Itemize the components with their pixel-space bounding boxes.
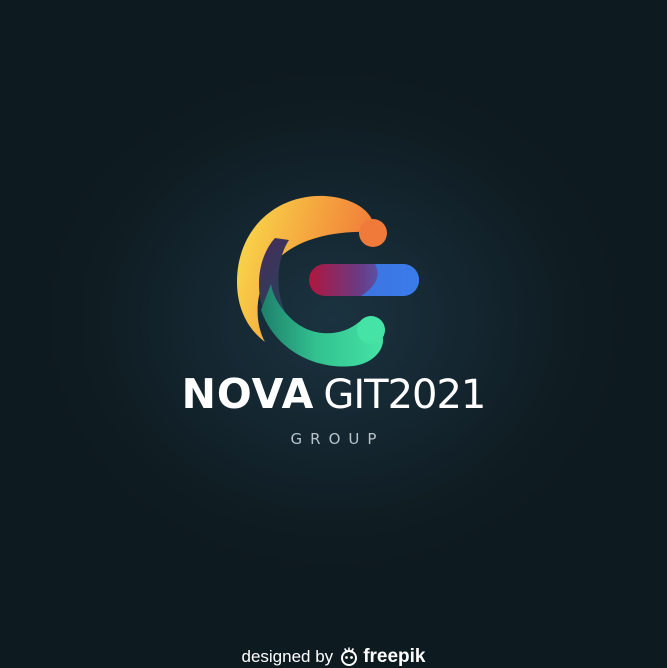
freepik-logo-icon	[341, 647, 358, 666]
brand-name-light: GIT2021	[323, 372, 486, 418]
brand-name-bold: NOVA	[181, 370, 315, 418]
g-logo-icon	[237, 195, 419, 367]
credit-prefix: designed by	[241, 647, 334, 666]
credit-brand: freepik	[363, 646, 426, 667]
brand-tagline: GROUP	[290, 430, 385, 448]
canvas: NOVA GIT2021 GROUP designed by freepik	[0, 0, 667, 668]
brand-wordmark: NOVA GIT2021	[0, 372, 667, 418]
designer-credit: designed by freepik	[0, 646, 667, 668]
